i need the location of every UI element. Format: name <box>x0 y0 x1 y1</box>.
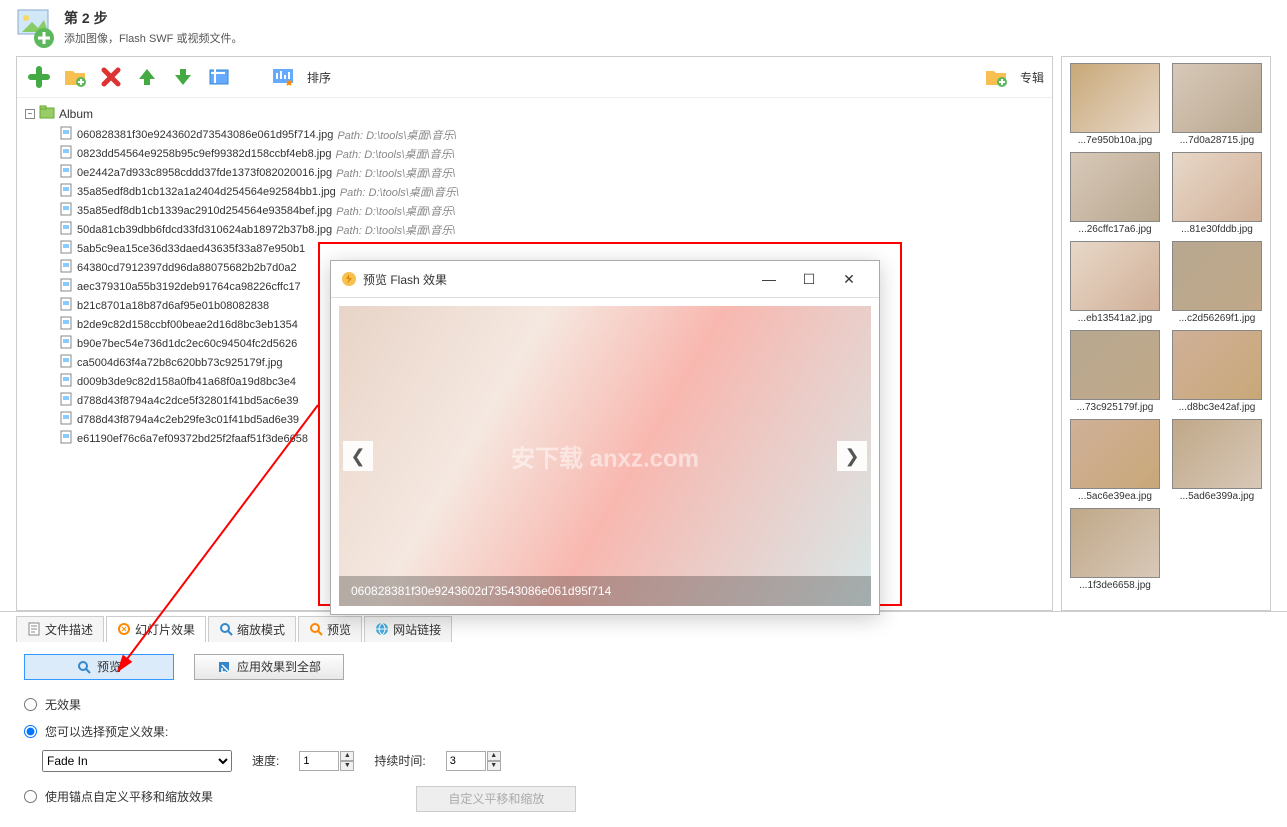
thumbnail-image <box>1172 152 1262 222</box>
move-up-button[interactable] <box>133 63 161 91</box>
thumbnail-item[interactable]: ...eb13541a2.jpg <box>1066 239 1164 324</box>
file-icon <box>59 183 73 200</box>
file-icon <box>59 126 73 143</box>
thumbnail-label: ...eb13541a2.jpg <box>1078 313 1153 324</box>
thumbnail-image <box>1070 63 1160 133</box>
crop-button[interactable] <box>205 63 233 91</box>
custom-pan-zoom-button: 自定义平移和缩放 <box>416 786 576 812</box>
file-icon <box>59 202 73 219</box>
file-icon <box>59 373 73 390</box>
radio-no-effect[interactable]: 无效果 <box>24 696 1263 713</box>
prev-image-button[interactable]: ❮ <box>343 441 373 471</box>
preview-window: 预览 Flash 效果 — ☐ ✕ 安下载 anxz.com 060828381… <box>330 260 880 615</box>
step-title: 第 2 步 <box>64 8 242 28</box>
duration-down-icon[interactable]: ▼ <box>487 761 501 771</box>
speed-down-icon[interactable]: ▼ <box>340 761 354 771</box>
thumbnail-label: ...81e30fddb.jpg <box>1181 224 1253 235</box>
thumbnail-image <box>1172 63 1262 133</box>
maximize-button[interactable]: ☐ <box>789 267 829 291</box>
tree-file-item[interactable]: 060828381f30e9243602d73543086e061d95f714… <box>59 125 1044 144</box>
file-icon <box>59 297 73 314</box>
thumbnail-label: ...73c925179f.jpg <box>1077 402 1154 413</box>
sort-label: 排序 <box>307 69 331 86</box>
tree-file-item[interactable]: 50da81cb39dbb6fdcd33fd310624ab18972b37b8… <box>59 220 1044 239</box>
thumbnail-image <box>1172 330 1262 400</box>
thumbnail-item[interactable]: ...81e30fddb.jpg <box>1168 150 1266 235</box>
file-icon <box>59 354 73 371</box>
tree-collapse-icon[interactable]: − <box>25 109 35 119</box>
radio-anchor-effect[interactable]: 使用锚点自定义平移和缩放效果 <box>24 788 213 805</box>
tree-file-item[interactable]: 0e2442a7d933c8958cddd37fde1373f082020016… <box>59 163 1044 182</box>
thumbnail-item[interactable]: ...d8bc3e42af.jpg <box>1168 328 1266 413</box>
step-icon <box>16 8 56 48</box>
thumbnail-image <box>1070 241 1160 311</box>
thumbnail-label: ...7d0a28715.jpg <box>1180 135 1255 146</box>
next-image-button[interactable]: ❯ <box>837 441 867 471</box>
tree-file-item[interactable]: 5ab5c9ea15ce36d33daed43635f33a87e950b1 <box>59 239 1044 258</box>
speed-label: 速度: <box>252 752 279 769</box>
file-icon <box>59 335 73 352</box>
speed-up-icon[interactable]: ▲ <box>340 751 354 761</box>
thumbnail-item[interactable]: ...5ad6e399a.jpg <box>1168 417 1266 502</box>
preview-window-icon <box>341 271 357 287</box>
watermark-text: 安下载 anxz.com <box>511 439 699 474</box>
thumbnail-label: ...5ad6e399a.jpg <box>1180 491 1255 502</box>
file-icon <box>59 164 73 181</box>
tab-web-link[interactable]: 网站链接 <box>364 616 452 642</box>
thumbnail-label: ...7e950b10a.jpg <box>1078 135 1153 146</box>
tree-root-label: Album <box>59 107 93 121</box>
file-icon <box>59 240 73 257</box>
file-icon <box>59 221 73 238</box>
file-icon <box>59 259 73 276</box>
folder-icon <box>39 104 55 123</box>
radio-predefined-effect[interactable]: 您可以选择预定义效果: <box>24 723 1263 740</box>
preview-caption: 060828381f30e9243602d73543086e061d95f714 <box>339 576 871 606</box>
album-label: 专辑 <box>1020 69 1044 86</box>
minimize-button[interactable]: — <box>749 267 789 291</box>
annotation-arrow-icon <box>48 395 338 685</box>
file-icon <box>59 145 73 162</box>
thumbnail-item[interactable]: ...c2d56269f1.jpg <box>1168 239 1266 324</box>
thumbnail-image <box>1172 241 1262 311</box>
file-icon <box>59 278 73 295</box>
file-toolbar: 排序 专辑 <box>17 57 1052 98</box>
thumbnail-item[interactable]: ...7e950b10a.jpg <box>1066 61 1164 146</box>
thumbnail-image <box>1070 508 1160 578</box>
delete-button[interactable] <box>97 63 125 91</box>
thumbnail-label: ...5ac6e39ea.jpg <box>1078 491 1152 502</box>
step-description: 添加图像，Flash SWF 或视频文件。 <box>64 30 242 46</box>
thumbnail-panel[interactable]: ...7e950b10a.jpg ...7d0a28715.jpg ...26cff… <box>1061 56 1271 611</box>
preview-window-title: 预览 Flash 效果 <box>363 271 749 288</box>
speed-input[interactable] <box>299 751 339 771</box>
close-button[interactable]: ✕ <box>829 267 869 291</box>
thumbnail-label: ...d8bc3e42af.jpg <box>1179 402 1256 413</box>
thumbnail-item[interactable]: ...7d0a28715.jpg <box>1168 61 1266 146</box>
thumbnail-label: ...1f3de6658.jpg <box>1079 580 1151 591</box>
thumbnail-image <box>1172 419 1262 489</box>
thumbnail-image <box>1070 419 1160 489</box>
tree-file-item[interactable]: 35a85edf8db1cb1339ac2910d254564e93584bef… <box>59 201 1044 220</box>
tree-file-item[interactable]: 35a85edf8db1cb132a1a2404d254564e92584bb1… <box>59 182 1044 201</box>
thumbnail-item[interactable]: ...26cffc17a6.jpg <box>1066 150 1164 235</box>
duration-up-icon[interactable]: ▲ <box>487 751 501 761</box>
add-button[interactable] <box>25 63 53 91</box>
thumbnail-item[interactable]: ...73c925179f.jpg <box>1066 328 1164 413</box>
thumbnail-image <box>1070 152 1160 222</box>
step-header: 第 2 步 添加图像，Flash SWF 或视频文件。 <box>0 0 1287 56</box>
thumbnail-label: ...26cffc17a6.jpg <box>1078 224 1151 235</box>
move-down-button[interactable] <box>169 63 197 91</box>
effect-select[interactable]: Fade In <box>42 750 232 772</box>
file-icon <box>59 316 73 333</box>
thumbnail-label: ...c2d56269f1.jpg <box>1179 313 1256 324</box>
thumbnail-item[interactable]: ...1f3de6658.jpg <box>1066 506 1164 591</box>
album-button[interactable] <box>982 63 1010 91</box>
sort-button[interactable] <box>269 63 297 91</box>
preview-image: 安下载 anxz.com 060828381f30e9243602d735430… <box>339 306 871 606</box>
thumbnail-image <box>1070 330 1160 400</box>
tree-file-item[interactable]: 0823dd54564e9258b95c9ef99382d158ccbf4eb8… <box>59 144 1044 163</box>
duration-label: 持续时间: <box>374 752 425 769</box>
duration-input[interactable] <box>446 751 486 771</box>
add-folder-button[interactable] <box>61 63 89 91</box>
thumbnail-item[interactable]: ...5ac6e39ea.jpg <box>1066 417 1164 502</box>
